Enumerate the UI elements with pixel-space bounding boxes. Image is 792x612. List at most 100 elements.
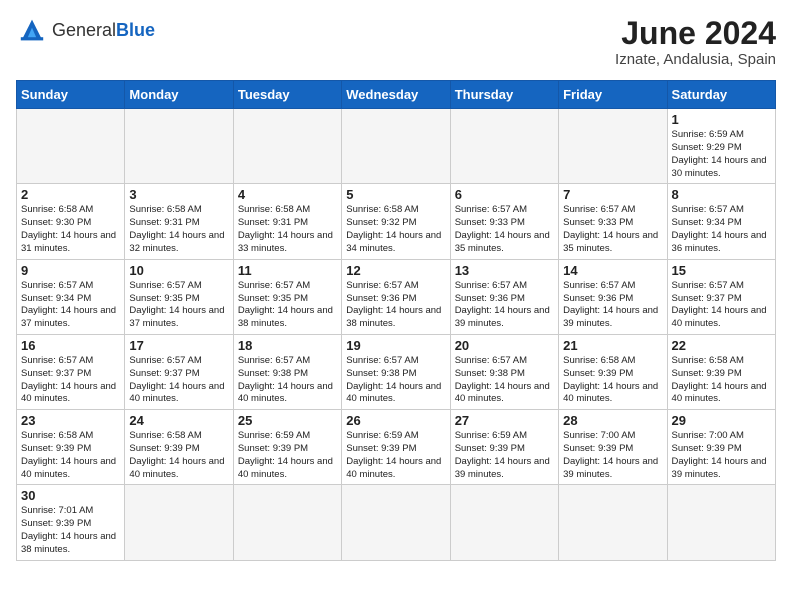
day-info: Sunrise: 6:57 AM Sunset: 9:34 PM Dayligh… xyxy=(21,280,120,331)
calendar-day-cell: 20 Sunrise: 6:57 AM Sunset: 9:38 PM Dayli… xyxy=(450,334,558,409)
day-info: Sunrise: 6:57 AM Sunset: 9:38 PM Dayligh… xyxy=(238,355,337,406)
day-info: Sunrise: 6:57 AM Sunset: 9:37 PM Dayligh… xyxy=(21,355,120,406)
month-title: June 2024 xyxy=(615,16,776,51)
day-info: Sunrise: 6:57 AM Sunset: 9:36 PM Dayligh… xyxy=(455,280,554,331)
day-number: 26 xyxy=(346,413,445,428)
day-info: Sunrise: 6:57 AM Sunset: 9:36 PM Dayligh… xyxy=(563,280,662,331)
day-info: Sunrise: 7:00 AM Sunset: 9:39 PM Dayligh… xyxy=(563,430,662,481)
day-info: Sunrise: 6:59 AM Sunset: 9:29 PM Dayligh… xyxy=(672,129,771,180)
logo-text: GeneralBlue xyxy=(52,20,155,41)
calendar-week-row: 2 Sunrise: 6:58 AM Sunset: 9:30 PM Daylig… xyxy=(17,184,776,259)
page-header: GeneralBlue June 2024 Iznate, Andalusia,… xyxy=(16,16,776,68)
calendar-day-cell: 13 Sunrise: 6:57 AM Sunset: 9:36 PM Dayli… xyxy=(450,259,558,334)
weekday-header-tuesday: Tuesday xyxy=(233,81,341,109)
day-info: Sunrise: 6:57 AM Sunset: 9:37 PM Dayligh… xyxy=(129,355,228,406)
calendar-day-cell: 19Sunrise: 6:57 AM Sunset: 9:38 PM Dayli… xyxy=(342,334,450,409)
day-info: Sunrise: 6:57 AM Sunset: 9:33 PM Dayligh… xyxy=(563,204,662,255)
calendar-day-cell xyxy=(233,109,341,184)
calendar-day-cell: 1 Sunrise: 6:59 AM Sunset: 9:29 PM Daylig… xyxy=(667,109,775,184)
calendar-day-cell: 17Sunrise: 6:57 AM Sunset: 9:37 PM Dayli… xyxy=(125,334,233,409)
day-info: Sunrise: 6:58 AM Sunset: 9:31 PM Dayligh… xyxy=(129,204,228,255)
calendar-day-cell: 8Sunrise: 6:57 AM Sunset: 9:34 PM Daylig… xyxy=(667,184,775,259)
calendar-day-cell: 14 Sunrise: 6:57 AM Sunset: 9:36 PM Dayli… xyxy=(559,259,667,334)
day-number: 18 xyxy=(238,338,337,353)
calendar-week-row: 9 Sunrise: 6:57 AM Sunset: 9:34 PM Daylig… xyxy=(17,259,776,334)
title-block: June 2024 Iznate, Andalusia, Spain xyxy=(615,16,776,68)
day-number: 25 xyxy=(238,413,337,428)
day-number: 2 xyxy=(21,187,120,202)
day-info: Sunrise: 6:57 AM Sunset: 9:38 PM Dayligh… xyxy=(455,355,554,406)
calendar-day-cell: 16 Sunrise: 6:57 AM Sunset: 9:37 PM Dayli… xyxy=(17,334,125,409)
calendar-day-cell: 9 Sunrise: 6:57 AM Sunset: 9:34 PM Daylig… xyxy=(17,259,125,334)
day-info: Sunrise: 6:57 AM Sunset: 9:36 PM Dayligh… xyxy=(346,280,445,331)
day-number: 21 xyxy=(563,338,662,353)
day-number: 13 xyxy=(455,263,554,278)
calendar-day-cell: 6 Sunrise: 6:57 AM Sunset: 9:33 PM Daylig… xyxy=(450,184,558,259)
day-info: Sunrise: 6:58 AM Sunset: 9:30 PM Dayligh… xyxy=(21,204,120,255)
logo-icon xyxy=(16,16,48,44)
day-number: 9 xyxy=(21,263,120,278)
day-info: Sunrise: 6:57 AM Sunset: 9:35 PM Dayligh… xyxy=(129,280,228,331)
calendar-day-cell xyxy=(667,485,775,560)
calendar-day-cell: 26 Sunrise: 6:59 AM Sunset: 9:39 PM Dayli… xyxy=(342,410,450,485)
day-number: 27 xyxy=(455,413,554,428)
calendar-day-cell xyxy=(125,109,233,184)
calendar-day-cell: 24Sunrise: 6:58 AM Sunset: 9:39 PM Dayli… xyxy=(125,410,233,485)
calendar-day-cell: 30 Sunrise: 7:01 AM Sunset: 9:39 PM Dayli… xyxy=(17,485,125,560)
day-number: 28 xyxy=(563,413,662,428)
day-number: 22 xyxy=(672,338,771,353)
day-number: 11 xyxy=(238,263,337,278)
calendar-day-cell: 25 Sunrise: 6:59 AM Sunset: 9:39 PM Dayli… xyxy=(233,410,341,485)
day-number: 30 xyxy=(21,488,120,503)
calendar-week-row: 1 Sunrise: 6:59 AM Sunset: 9:29 PM Daylig… xyxy=(17,109,776,184)
calendar-week-row: 30 Sunrise: 7:01 AM Sunset: 9:39 PM Dayli… xyxy=(17,485,776,560)
calendar-day-cell xyxy=(17,109,125,184)
weekday-header-wednesday: Wednesday xyxy=(342,81,450,109)
day-number: 6 xyxy=(455,187,554,202)
weekday-header-thursday: Thursday xyxy=(450,81,558,109)
calendar-day-cell xyxy=(342,109,450,184)
logo: GeneralBlue xyxy=(16,16,155,44)
day-number: 16 xyxy=(21,338,120,353)
calendar-day-cell: 5Sunrise: 6:58 AM Sunset: 9:32 PM Daylig… xyxy=(342,184,450,259)
day-info: Sunrise: 6:57 AM Sunset: 9:35 PM Dayligh… xyxy=(238,280,337,331)
calendar-day-cell: 7Sunrise: 6:57 AM Sunset: 9:33 PM Daylig… xyxy=(559,184,667,259)
day-info: Sunrise: 6:59 AM Sunset: 9:39 PM Dayligh… xyxy=(238,430,337,481)
calendar-day-cell xyxy=(233,485,341,560)
weekday-header-saturday: Saturday xyxy=(667,81,775,109)
day-info: Sunrise: 6:58 AM Sunset: 9:39 PM Dayligh… xyxy=(563,355,662,406)
calendar-day-cell: 2 Sunrise: 6:58 AM Sunset: 9:30 PM Daylig… xyxy=(17,184,125,259)
day-info: Sunrise: 6:57 AM Sunset: 9:38 PM Dayligh… xyxy=(346,355,445,406)
day-info: Sunrise: 6:57 AM Sunset: 9:37 PM Dayligh… xyxy=(672,280,771,331)
calendar-day-cell: 10 Sunrise: 6:57 AM Sunset: 9:35 PM Dayli… xyxy=(125,259,233,334)
day-number: 20 xyxy=(455,338,554,353)
calendar-day-cell: 27Sunrise: 6:59 AM Sunset: 9:39 PM Dayli… xyxy=(450,410,558,485)
day-number: 4 xyxy=(238,187,337,202)
calendar-day-cell xyxy=(342,485,450,560)
calendar-day-cell: 21 Sunrise: 6:58 AM Sunset: 9:39 PM Dayli… xyxy=(559,334,667,409)
calendar-day-cell: 11 Sunrise: 6:57 AM Sunset: 9:35 PM Dayli… xyxy=(233,259,341,334)
calendar-day-cell: 15 Sunrise: 6:57 AM Sunset: 9:37 PM Dayli… xyxy=(667,259,775,334)
day-info: Sunrise: 6:59 AM Sunset: 9:39 PM Dayligh… xyxy=(346,430,445,481)
calendar-day-cell xyxy=(450,109,558,184)
day-number: 15 xyxy=(672,263,771,278)
day-info: Sunrise: 6:57 AM Sunset: 9:34 PM Dayligh… xyxy=(672,204,771,255)
calendar-day-cell xyxy=(125,485,233,560)
day-number: 10 xyxy=(129,263,228,278)
calendar-day-cell: 29 Sunrise: 7:00 AM Sunset: 9:39 PM Dayli… xyxy=(667,410,775,485)
weekday-header-monday: Monday xyxy=(125,81,233,109)
day-number: 1 xyxy=(672,112,771,127)
day-info: Sunrise: 7:00 AM Sunset: 9:39 PM Dayligh… xyxy=(672,430,771,481)
day-number: 14 xyxy=(563,263,662,278)
calendar-day-cell xyxy=(559,109,667,184)
day-number: 29 xyxy=(672,413,771,428)
day-info: Sunrise: 6:58 AM Sunset: 9:31 PM Dayligh… xyxy=(238,204,337,255)
day-info: Sunrise: 6:58 AM Sunset: 9:39 PM Dayligh… xyxy=(21,430,120,481)
calendar-week-row: 23Sunrise: 6:58 AM Sunset: 9:39 PM Dayli… xyxy=(17,410,776,485)
day-info: Sunrise: 6:57 AM Sunset: 9:33 PM Dayligh… xyxy=(455,204,554,255)
day-info: Sunrise: 6:58 AM Sunset: 9:39 PM Dayligh… xyxy=(672,355,771,406)
calendar-day-cell: 12 Sunrise: 6:57 AM Sunset: 9:36 PM Dayli… xyxy=(342,259,450,334)
day-info: Sunrise: 7:01 AM Sunset: 9:39 PM Dayligh… xyxy=(21,505,120,556)
day-info: Sunrise: 6:58 AM Sunset: 9:39 PM Dayligh… xyxy=(129,430,228,481)
day-number: 12 xyxy=(346,263,445,278)
